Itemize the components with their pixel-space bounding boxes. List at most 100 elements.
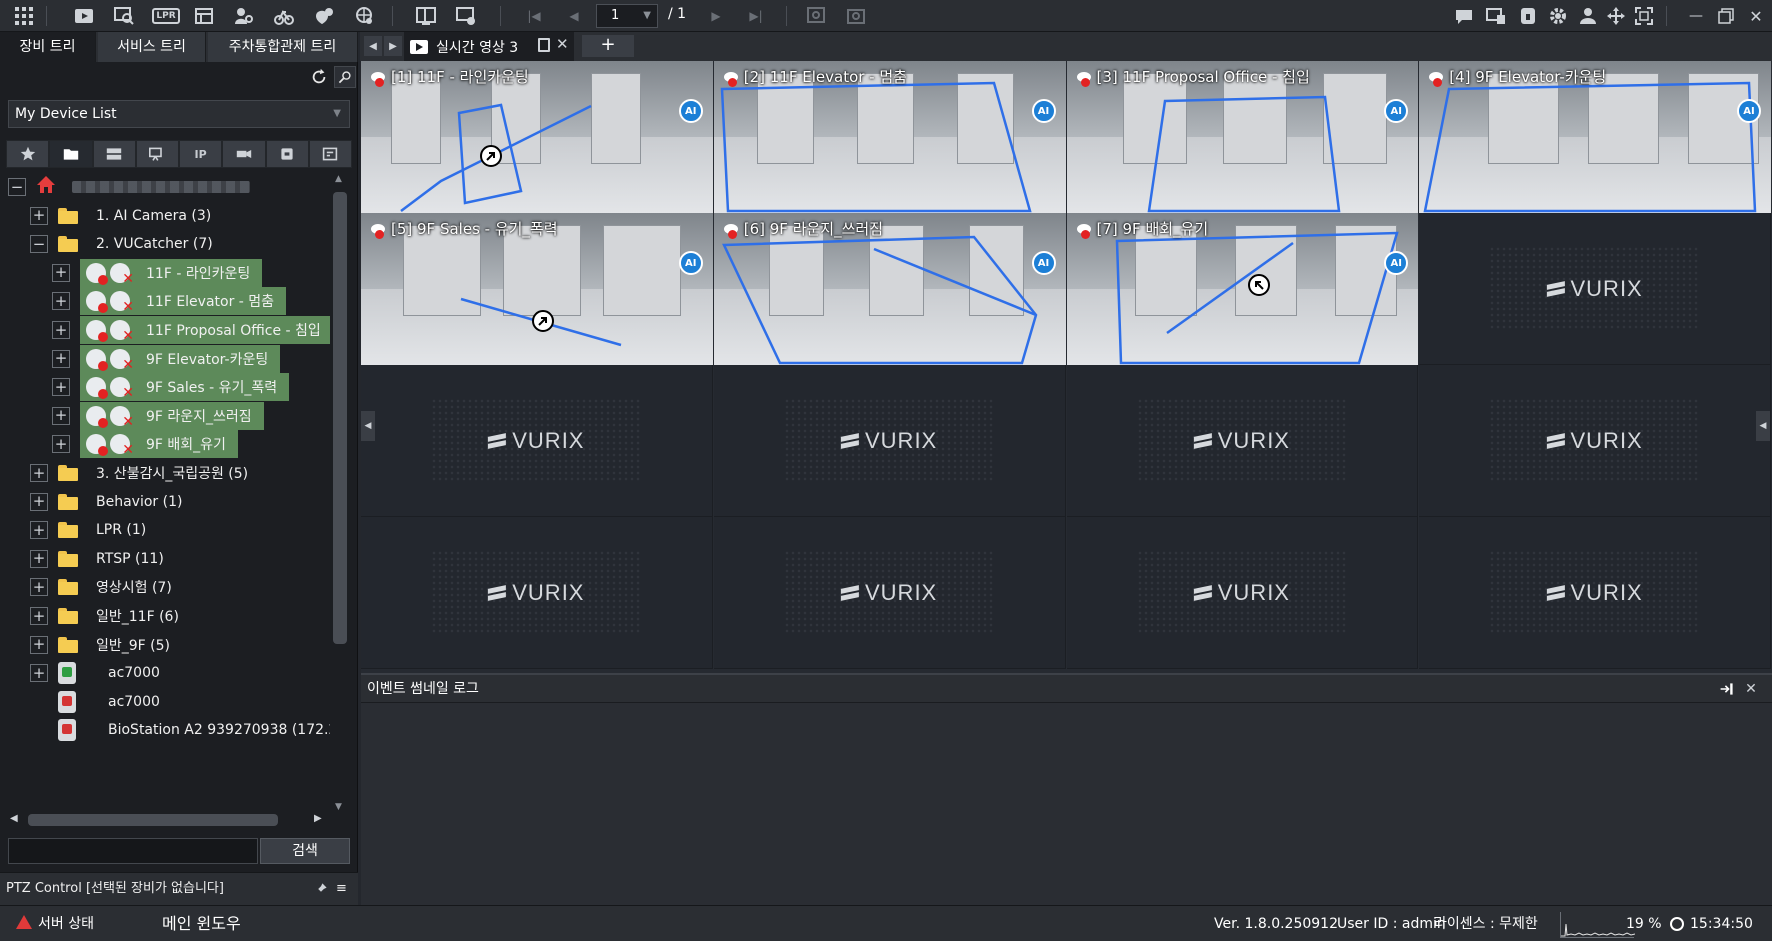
expand-icon[interactable]: + (30, 521, 48, 540)
selected-camera-item[interactable]: ✕ 9F 라운지_쓰러짐 (80, 401, 264, 430)
next-page-icon[interactable]: ▶ (704, 4, 728, 28)
expand-icon[interactable]: + (30, 206, 48, 225)
scroll-left-icon[interactable]: ◀ (10, 813, 18, 824)
selected-camera-item[interactable]: ✕ 11F Proposal Office - 침입 (80, 316, 330, 344)
lock-icon[interactable] (1516, 4, 1540, 28)
snapshot-icon[interactable] (844, 4, 868, 28)
search-icon[interactable] (334, 66, 356, 88)
tab-parking-tree[interactable]: 주차통합관제 트리 (208, 32, 358, 62)
empty-video-tile[interactable]: VURIX (361, 365, 713, 517)
tree-device-item[interactable]: BioStation A2 939270938 (172.25.10. (30, 715, 330, 745)
empty-video-tile[interactable]: VURIX (1066, 517, 1419, 669)
monitor-icon[interactable] (1484, 4, 1508, 28)
tree-folder[interactable]: + 일반_9F (5) (30, 630, 170, 660)
selected-camera-item[interactable]: ✕ 11F - 라인카운팅 (80, 258, 263, 287)
tree-vertical-scrollbar[interactable]: ▲ ▼ (330, 170, 350, 822)
tree-root[interactable]: − (8, 172, 250, 202)
nvr-icon[interactable] (265, 140, 309, 168)
vms-icon[interactable] (192, 4, 216, 28)
camera-tile[interactable]: [5] 9F Sales - 유기_폭력 AI (361, 213, 713, 365)
expand-icon[interactable]: + (30, 549, 48, 568)
expand-icon[interactable]: + (30, 464, 48, 482)
move-icon[interactable] (1604, 4, 1628, 28)
tab-close-icon[interactable]: ✕ (556, 35, 569, 53)
tree-camera-item[interactable]: + ✕ 11F - 라인카운팅 (52, 258, 263, 288)
server-status-button[interactable]: 서버 상태 (16, 906, 94, 941)
empty-video-tile[interactable]: VURIX (1419, 365, 1771, 517)
map-icon[interactable] (312, 4, 336, 28)
tree-folder[interactable]: − 2. VUCatcher (7) (30, 229, 213, 259)
device-list-select[interactable]: My Device List ▼ (8, 100, 350, 128)
collapse-icon[interactable]: − (8, 178, 26, 196)
empty-video-tile[interactable]: VURIX (713, 517, 1066, 669)
ai-analytics-icon[interactable]: AI (1031, 251, 1056, 275)
layout-icon[interactable] (414, 4, 438, 28)
empty-video-tile[interactable]: VURIX (1419, 213, 1771, 365)
tree-camera-item[interactable]: + ✕ 9F 배회_유기 (52, 429, 238, 459)
star-icon[interactable] (6, 140, 50, 168)
collapse-icon[interactable]: − (30, 235, 48, 254)
ai-analytics-icon[interactable]: AI (1737, 99, 1761, 123)
server-icon[interactable] (92, 140, 136, 168)
tree-horizontal-scrollbar[interactable]: ◀ ▶ (6, 810, 350, 830)
empty-video-tile[interactable]: VURIX (1066, 365, 1419, 517)
expand-icon[interactable]: + (30, 578, 48, 597)
expand-icon[interactable]: + (30, 607, 48, 625)
tree-camera-item[interactable]: + ✕ 9F 라운지_쓰러짐 (52, 401, 264, 431)
first-page-icon[interactable]: |◀ (522, 4, 546, 28)
refresh-icon[interactable] (308, 66, 330, 88)
expand-icon[interactable]: + (52, 292, 70, 311)
camera-tile[interactable]: [4] 9F Elevator-카운팅 AI (1419, 61, 1771, 213)
tab-save-icon[interactable] (538, 38, 550, 52)
tree-camera-item[interactable]: + ✕ 9F Sales - 유기_폭력 (52, 372, 290, 402)
scroll-right-icon[interactable]: ▶ (314, 813, 322, 824)
selected-camera-item[interactable]: ✕ 9F 배회_유기 (80, 430, 238, 459)
tree-camera-item[interactable]: + ✕ 11F Elevator - 멈춤 (52, 286, 287, 316)
close-icon[interactable]: ✕ (1744, 4, 1768, 28)
minimize-icon[interactable]: — (1684, 4, 1708, 28)
restore-icon[interactable] (1714, 4, 1738, 28)
tree-camera-item[interactable]: + ✕ 9F Elevator-카운팅 (52, 344, 281, 374)
ai-analytics-icon[interactable]: AI (678, 99, 703, 123)
expand-icon[interactable]: + (30, 635, 48, 654)
cctv-icon[interactable] (222, 140, 266, 168)
dock-icon[interactable] (1717, 679, 1737, 699)
empty-video-tile[interactable]: VURIX (361, 517, 713, 669)
page-number-select[interactable]: 1 ▼ (596, 4, 658, 28)
tab-device-tree[interactable]: 장비 트리 (0, 32, 96, 62)
tree-device-item[interactable]: + ac7000 (30, 658, 160, 688)
ai-analytics-icon[interactable]: AI (678, 251, 703, 275)
tree-folder[interactable]: +3. 산불감시_국립공원 (5) (30, 458, 248, 488)
grid-menu-icon[interactable] (12, 4, 36, 28)
expand-icon[interactable]: + (52, 349, 70, 368)
tree-folder[interactable]: +1. AI Camera (3) (30, 201, 211, 231)
search-button[interactable]: 검색 (260, 838, 350, 864)
close-icon[interactable]: ✕ (1741, 679, 1761, 699)
tab-prev-icon[interactable]: ◀ (364, 36, 382, 56)
empty-video-tile[interactable]: VURIX (1419, 517, 1771, 669)
camera-tile[interactable]: [2] 11F Elevator - 멈춤 AI (713, 61, 1066, 213)
camera-tile[interactable]: [1] 11F - 라인카운팅 AI (361, 61, 713, 213)
search-video-icon[interactable] (112, 4, 136, 28)
expand-icon[interactable]: + (52, 435, 70, 454)
selected-camera-item[interactable]: ✕ 9F Elevator-카운팅 (80, 344, 281, 373)
pin-icon[interactable] (314, 873, 328, 905)
gear-icon[interactable] (1546, 4, 1570, 28)
tree-folder[interactable]: + 영상시험 (7) (30, 572, 172, 602)
selected-camera-item[interactable]: ✕ 9F Sales - 유기_폭력 (80, 373, 290, 402)
scroll-up-icon[interactable]: ▲ (335, 174, 342, 184)
expand-icon[interactable]: + (52, 378, 70, 397)
tree-folder[interactable]: + LPR (1) (30, 515, 146, 545)
expand-icon[interactable]: + (30, 492, 48, 511)
expand-icon[interactable]: + (52, 263, 70, 282)
tree-folder[interactable]: + 일반_11F (6) (30, 601, 179, 631)
camera-tile[interactable]: [3] 11F Proposal Office - 침입 AI (1066, 61, 1419, 213)
device-icon[interactable] (308, 140, 352, 168)
fullscreen-icon[interactable] (1632, 4, 1656, 28)
empty-video-tile[interactable]: VURIX (713, 365, 1066, 517)
add-view-icon[interactable] (454, 4, 478, 28)
ip-icon[interactable]: IP (179, 140, 223, 168)
refresh-view-icon[interactable] (804, 4, 828, 28)
ai-analytics-icon[interactable]: AI (1031, 99, 1056, 123)
chat-icon[interactable] (1452, 4, 1476, 28)
